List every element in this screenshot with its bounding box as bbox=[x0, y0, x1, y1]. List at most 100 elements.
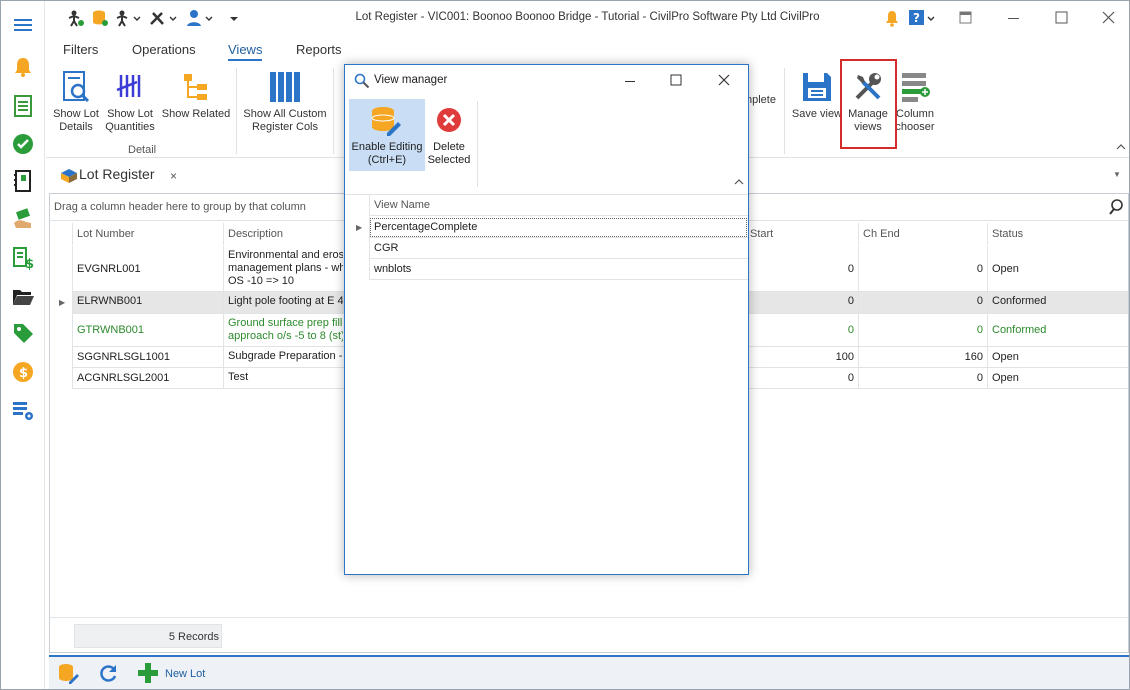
column-header-status[interactable]: Status bbox=[987, 223, 1128, 245]
save-view-button[interactable]: Save view bbox=[790, 70, 844, 121]
views-grid: View Name ▶ PercentageComplete CGR wnblo… bbox=[347, 194, 748, 574]
column-header-lot-number[interactable]: Lot Number bbox=[72, 223, 223, 245]
ch-end-cell: 0 bbox=[858, 314, 987, 346]
column-header-view-name[interactable]: View Name bbox=[369, 194, 748, 216]
help-dropdown-icon[interactable]: ? bbox=[908, 9, 938, 27]
list-item[interactable]: wnblots bbox=[369, 259, 748, 280]
dialog-minimize-button[interactable] bbox=[617, 71, 643, 91]
minimize-button[interactable] bbox=[998, 7, 1028, 29]
enable-editing-button[interactable]: Enable Editing (Ctrl+E) bbox=[349, 99, 425, 171]
ch-start-cell: 100 bbox=[745, 347, 858, 367]
lot-number-cell: GTRWNB001 bbox=[72, 314, 223, 346]
bottom-toolbar: New Lot bbox=[49, 655, 1129, 689]
left-nav: $ $ bbox=[1, 1, 45, 689]
column-chooser-label: Column chooser bbox=[895, 108, 935, 133]
bell-icon[interactable] bbox=[11, 55, 35, 79]
lot-number-cell: ELRWNB001 bbox=[72, 292, 223, 313]
lot-number-cell: EVGNRL001 bbox=[72, 246, 223, 291]
hand-money-icon[interactable] bbox=[11, 207, 35, 231]
status-cell: Conformed bbox=[987, 314, 1128, 346]
search-icon[interactable] bbox=[1108, 199, 1124, 215]
svg-text:$: $ bbox=[25, 257, 34, 270]
status-cell: Open bbox=[987, 368, 1128, 388]
ribbon-separator bbox=[236, 68, 237, 154]
check-circle-icon[interactable] bbox=[11, 132, 35, 156]
show-lot-quantities-button[interactable]: Show Lot Quantities bbox=[104, 70, 156, 134]
notification-bell-icon[interactable] bbox=[884, 9, 900, 27]
ch-start-cell: 0 bbox=[745, 246, 858, 291]
description-cell: Light pole footing at E 4( bbox=[223, 292, 343, 313]
save-view-label: Save view bbox=[791, 108, 843, 120]
show-related-button[interactable]: Show Related bbox=[160, 70, 232, 121]
column-header-ch-start[interactable]: Start bbox=[745, 223, 858, 245]
list-settings-icon[interactable] bbox=[11, 398, 35, 422]
dialog-maximize-button[interactable] bbox=[663, 71, 689, 91]
dialog-ribbon-collapse-icon[interactable] bbox=[733, 177, 745, 187]
tab-operations[interactable]: Operations bbox=[132, 42, 196, 57]
checklist-icon[interactable] bbox=[11, 94, 35, 118]
show-lot-details-button[interactable]: Show Lot Details bbox=[50, 70, 102, 134]
tab-filters[interactable]: Filters bbox=[63, 42, 98, 57]
magnifier-icon bbox=[354, 73, 370, 89]
database-edit-icon[interactable] bbox=[57, 662, 79, 684]
status-cell: Open bbox=[987, 246, 1128, 291]
restore-layout-icon[interactable] bbox=[950, 7, 980, 29]
ribbon-separator bbox=[333, 68, 334, 154]
row-indicator-icon: ▶ bbox=[356, 223, 363, 232]
maximize-button[interactable] bbox=[1046, 7, 1076, 29]
ch-end-cell: 0 bbox=[858, 368, 987, 388]
tab-views[interactable]: Views bbox=[228, 42, 263, 61]
column-header-ch-end[interactable]: Ch End bbox=[858, 223, 987, 245]
coin-dollar-icon[interactable]: $ bbox=[11, 360, 35, 384]
document-search-icon bbox=[59, 70, 93, 104]
title-bar: Lot Register - VIC001: Boonoo Boonoo Bri… bbox=[46, 1, 1129, 35]
percentage-complete-label[interactable]: nplete bbox=[746, 94, 780, 107]
row-indicator-icon: ▶ bbox=[59, 298, 66, 307]
columns-icon bbox=[268, 70, 302, 104]
ch-start-cell: 0 bbox=[745, 292, 858, 313]
list-item[interactable]: PercentageComplete bbox=[369, 217, 748, 238]
group-label-detail: Detail bbox=[128, 144, 157, 156]
status-cell: Conformed bbox=[987, 292, 1128, 313]
column-chooser-icon bbox=[898, 70, 932, 104]
lot-number-cell: SGGNRLSGL1001 bbox=[72, 347, 223, 367]
dialog-title: View manager bbox=[374, 74, 448, 86]
manage-views-highlight bbox=[840, 59, 897, 149]
column-chooser-button[interactable]: Column chooser bbox=[892, 70, 938, 134]
ribbon-separator bbox=[477, 101, 478, 187]
status-cell: Open bbox=[987, 347, 1128, 367]
ribbon-separator bbox=[784, 68, 785, 154]
dialog-close-button[interactable] bbox=[711, 71, 737, 91]
folder-open-icon[interactable] bbox=[11, 285, 35, 309]
enable-editing-label: Enable Editing (Ctrl+E) bbox=[351, 141, 423, 166]
tally-marks-icon bbox=[113, 70, 147, 104]
new-lot-button[interactable]: New Lot bbox=[165, 668, 205, 680]
close-tab-icon[interactable]: × bbox=[170, 169, 177, 183]
ribbon-collapse-icon[interactable] bbox=[1115, 142, 1127, 152]
list-item[interactable]: CGR bbox=[369, 238, 748, 259]
refresh-icon[interactable] bbox=[99, 663, 119, 683]
close-window-button[interactable] bbox=[1093, 7, 1123, 29]
ch-start-cell: 0 bbox=[745, 368, 858, 388]
svg-text:$: $ bbox=[19, 366, 28, 381]
show-lot-details-label: Show Lot Details bbox=[53, 108, 99, 133]
view-manager-dialog: View manager Enable Editing (Ctrl+E) Del… bbox=[344, 64, 749, 575]
book-icon[interactable] bbox=[11, 169, 35, 193]
show-all-custom-label: Show All Custom Register Cols bbox=[243, 108, 327, 133]
column-header-description[interactable]: Description bbox=[223, 223, 343, 245]
delete-selected-button[interactable]: Delete Selected bbox=[427, 99, 471, 171]
tab-dropdown-icon[interactable]: ▼ bbox=[1113, 170, 1121, 179]
lot-register-icon bbox=[60, 167, 78, 183]
lot-number-cell: ACGNRLSGL2001 bbox=[72, 368, 223, 388]
add-icon[interactable] bbox=[137, 662, 159, 684]
floppy-disk-icon bbox=[800, 70, 834, 104]
show-all-custom-register-cols-button[interactable]: Show All Custom Register Cols bbox=[242, 70, 328, 134]
hamburger-icon[interactable] bbox=[11, 13, 35, 37]
menu-tabs: Filters Operations Views Reports bbox=[46, 38, 746, 62]
description-cell: Test bbox=[223, 368, 343, 388]
tab-reports[interactable]: Reports bbox=[296, 42, 342, 57]
tag-icon[interactable] bbox=[11, 321, 35, 345]
invoice-dollar-icon[interactable]: $ bbox=[11, 246, 35, 270]
description-cell: Environmental and erosio management plan… bbox=[223, 246, 343, 291]
footer-divider bbox=[50, 617, 1128, 618]
